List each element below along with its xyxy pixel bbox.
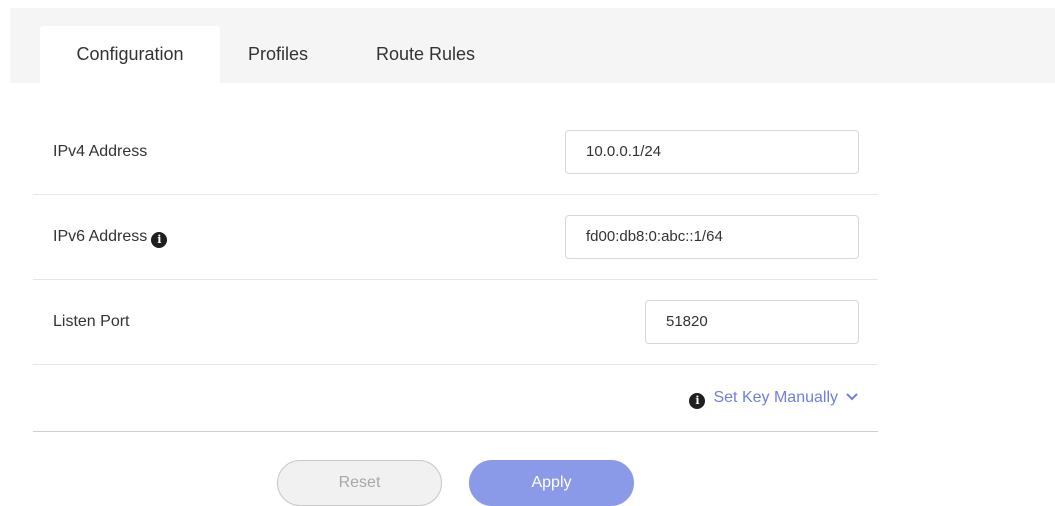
ipv6-address-input[interactable]: fd00:db8:0:abc::1/64 [565, 215, 859, 259]
ipv4-label: IPv4 Address [53, 143, 148, 160]
ipv6-label: IPv6 Address [53, 228, 148, 245]
ipv4-address-input[interactable]: 10.0.0.1/24 [565, 130, 859, 174]
listen-port-row: Listen Port 51820 [33, 280, 878, 365]
listen-port-label: Listen Port [53, 313, 130, 330]
tab-route-rules[interactable]: Route Rules [376, 26, 516, 83]
ipv6-label-wrap: IPv6 Address i [53, 195, 168, 279]
set-key-row: i Set Key Manually [33, 365, 878, 432]
listen-port-input[interactable]: 51820 [645, 300, 859, 344]
info-icon[interactable]: i [151, 232, 168, 248]
tab-configuration[interactable]: Configuration [40, 26, 220, 83]
apply-button[interactable]: Apply [469, 460, 634, 506]
set-key-label: Set Key Manually [713, 389, 838, 406]
ipv6-row: IPv6 Address i fd00:db8:0:abc::1/64 [33, 195, 878, 280]
reset-button[interactable]: Reset [277, 460, 442, 506]
configuration-form: IPv4 Address 10.0.0.1/24 IPv6 Address i f… [33, 110, 878, 432]
tab-bar: Configuration Profiles Route Rules [10, 8, 1055, 83]
info-icon: i [689, 393, 706, 409]
ipv4-row: IPv4 Address 10.0.0.1/24 [33, 110, 878, 195]
chevron-down-icon [846, 393, 858, 401]
tab-profiles[interactable]: Profiles [248, 26, 338, 83]
set-key-manually-toggle[interactable]: i Set Key Manually [689, 387, 858, 409]
